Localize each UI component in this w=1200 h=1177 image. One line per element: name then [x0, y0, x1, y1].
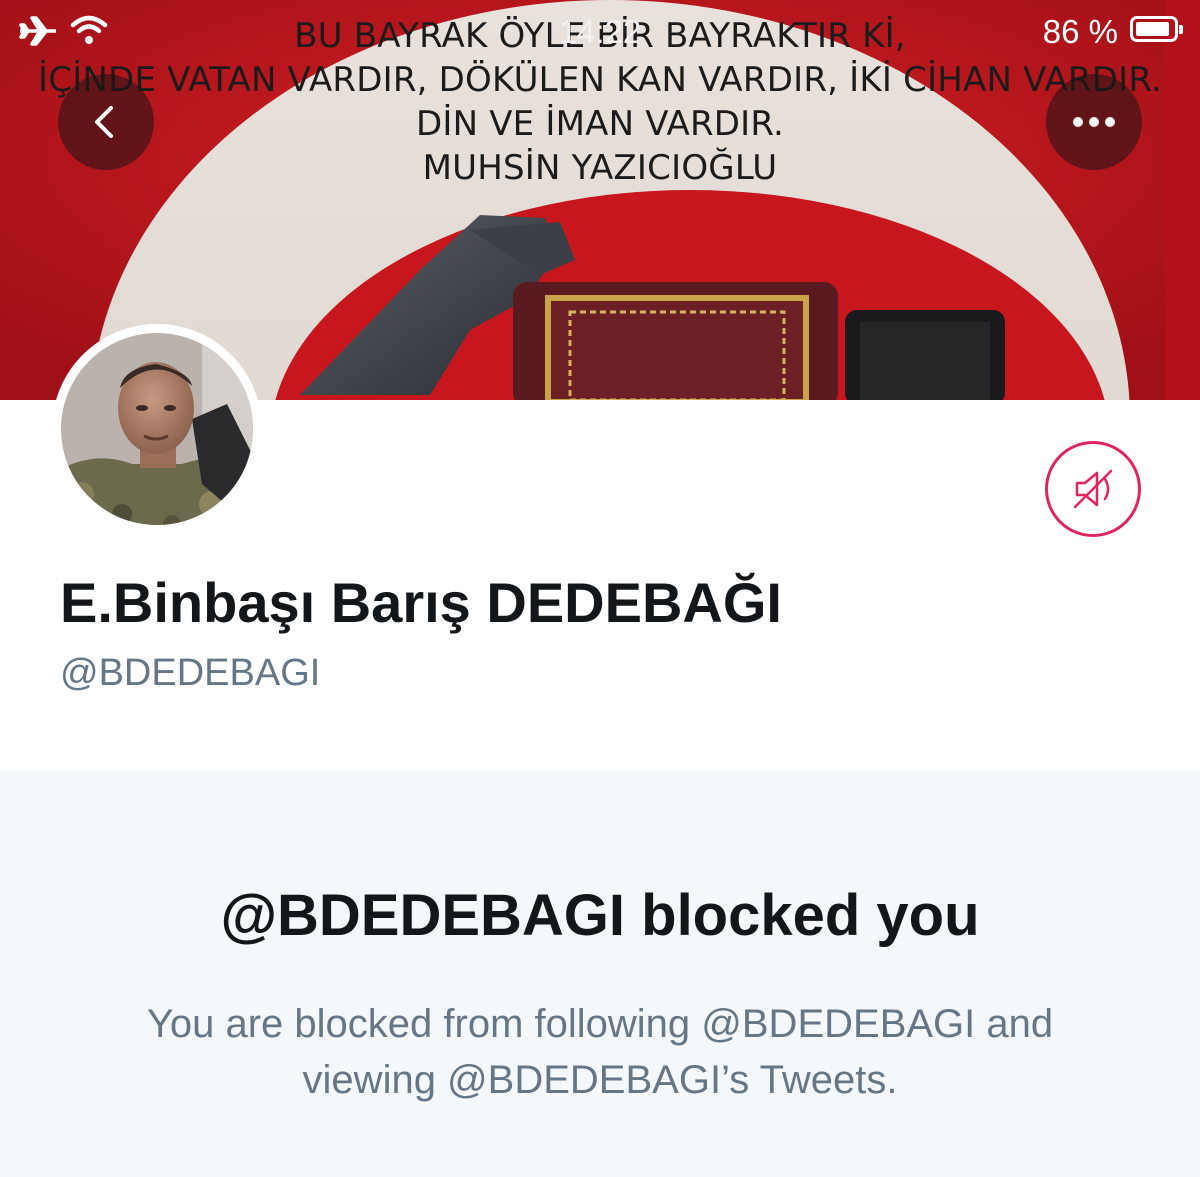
- muted-speaker-icon: [1073, 469, 1113, 509]
- banner-quote-line-4: MUHSİN YAZICIOĞLU: [422, 148, 778, 188]
- blocked-title: @BDEDEBAGI blocked you: [220, 883, 980, 948]
- more-horizontal-icon: [1073, 117, 1115, 127]
- chevron-left-icon: [95, 106, 113, 138]
- status-time: 14:22: [558, 13, 642, 50]
- profile-screen: BU BAYRAK ÖYLE BİR BAYRAKTIR Kİ, İÇİNDE …: [0, 0, 1200, 1177]
- profile-avatar[interactable]: [52, 324, 262, 534]
- battery-percentage: 86 %: [1042, 13, 1118, 50]
- blocked-notice-panel: [0, 770, 1200, 1177]
- blocked-message: You are blocked from following @BDEDEBAG…: [146, 1002, 1054, 1102]
- more-options-button[interactable]: [1046, 74, 1142, 170]
- avatar-photo: [52, 324, 262, 534]
- banner-quote-line-3: DİN VE İMAN VARDIR.: [415, 104, 785, 144]
- profile-display-name: E.Binbaşı Barış DEDEBAĞI: [60, 571, 782, 634]
- back-button[interactable]: [58, 74, 154, 170]
- unmute-button[interactable]: [1045, 441, 1141, 537]
- banner-quote-line-2: İÇİNDE VATAN VARDIR, DÖKÜLEN KAN VARDIR,…: [38, 60, 1162, 100]
- profile-handle: @BDEDEBAGI: [60, 652, 321, 694]
- battery-icon: [1130, 16, 1183, 42]
